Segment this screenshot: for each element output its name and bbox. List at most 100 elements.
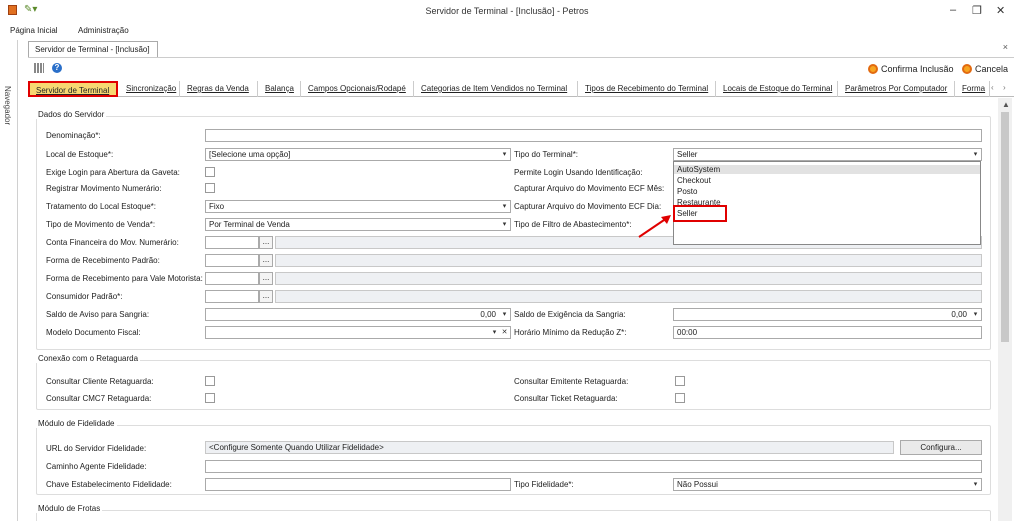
registrar-mov-checkbox[interactable] [205,183,215,193]
tab-servidor-terminal[interactable]: Servidor de Terminal [28,81,118,97]
chevron-down-icon: ▾ [973,151,978,158]
forma-receb-desc [275,254,982,267]
consultar-cmc7-checkbox[interactable] [205,393,215,403]
consumidor-lookup-button[interactable]: ... [259,290,273,303]
forma-receb-input[interactable] [205,254,259,267]
document-tab[interactable]: Servidor de Terminal - [Inclusão] [28,41,158,57]
tratamento-select[interactable]: Fixo ▾ [205,200,511,213]
cancel-button[interactable]: Cancela [962,64,1008,74]
option-checkout[interactable]: Checkout [677,176,711,185]
option-autosystem[interactable]: AutoSystem [674,165,980,174]
horario-input[interactable]: 00:00 [673,326,982,339]
saldo-exig-input[interactable]: 0,00 ▾ [673,308,982,321]
saldo-aviso-input[interactable]: 0,00 ▾ [205,308,511,321]
tab-sincronizacao[interactable]: Sincronização [120,81,180,97]
tab-balanca[interactable]: Balança [259,81,301,97]
tab-categorias-item[interactable]: Categorias de Item Vendidos no Terminal [415,81,578,97]
divider [28,57,1014,58]
tipo-terminal-dropdown-list: AutoSystem Checkout Posto Restaurante Se… [673,161,981,245]
tipo-fidelidade-select[interactable]: Não Possui ▾ [673,478,982,491]
chevron-down-icon: ▾ [502,311,507,318]
scroll-thumb[interactable] [1001,112,1009,342]
chevron-down-icon: ▾ [973,311,978,318]
consultar-ticket-checkbox[interactable] [675,393,685,403]
consultar-cliente-checkbox[interactable] [205,376,215,386]
confirm-button[interactable]: Confirma Inclusão [868,64,954,74]
minimize-icon[interactable]: – [950,4,956,16]
document-close-icon[interactable]: × [1003,42,1008,52]
restore-icon[interactable]: ❐ [972,4,982,17]
forma-receb-lookup-button[interactable]: ... [259,254,273,267]
clear-icon[interactable]: ✕ [500,328,509,337]
configura-button[interactable]: Configura... [900,440,982,455]
label-consumidor: Consumidor Padrão*: [46,292,123,301]
group-title-dados: Dados do Servidor [36,110,107,119]
confirm-icon [868,64,878,74]
url-fidelidade-input[interactable]: <Configure Somente Quando Utilizar Fidel… [205,441,894,454]
label-tipo-filtro: Tipo de Filtro de Abastecimento*: [514,220,632,229]
label-tipo-mov: Tipo de Movimento de Venda*: [46,220,156,229]
forma-vale-input[interactable] [205,272,259,285]
label-consultar-cmc7: Consultar CMC7 Retaguarda: [46,394,152,403]
label-denominacao: Denominação*: [46,131,101,140]
label-forma-vale: Forma de Recebimento para Vale Motorista… [46,274,203,283]
tipo-terminal-value: Seller [677,150,698,159]
grid-icon[interactable] [34,63,44,73]
tab-tipos-recebimento[interactable]: Tipos de Recebimento do Terminal [579,81,716,97]
cancel-icon [962,64,972,74]
conta-fin-lookup-button[interactable]: ... [259,236,273,249]
tab-campos-opcionais[interactable]: Campos Opcionais/Rodapé [302,81,414,97]
group-title-fidelidade: Módulo de Fidelidade [36,419,117,428]
tab-next-icon[interactable]: › [1003,83,1006,92]
label-modelo-doc: Modelo Documento Fiscal: [46,328,141,337]
option-posto[interactable]: Posto [677,187,697,196]
consumidor-input[interactable] [205,290,259,303]
caminho-agente-input[interactable] [205,460,982,473]
label-caminho-agente: Caminho Agente Fidelidade: [46,462,147,471]
menu-pagina-inicial[interactable]: Página Inicial [10,26,58,35]
title-bar: ✎▾ Servidor de Terminal - [Inclusão] - P… [0,0,1014,24]
chevron-down-icon: ▾ [973,481,978,488]
tratamento-value: Fixo [209,202,225,211]
label-local-estoque: Local de Estoque*: [46,150,114,159]
cancel-label: Cancela [975,64,1009,74]
label-permite-login: Permite Login Usando Identificação: [514,168,643,177]
exige-login-checkbox[interactable] [205,167,215,177]
chevron-down-icon: ▾ [492,329,497,336]
conta-fin-input[interactable] [205,236,259,249]
label-chave-estab: Chave Estabelecimento Fidelidade: [46,480,172,489]
local-estoque-value: [Selecione uma opção] [209,150,291,159]
saldo-exig-value: 0,00 [951,310,967,319]
forma-vale-lookup-button[interactable]: ... [259,272,273,285]
consultar-emitente-checkbox[interactable] [675,376,685,386]
modelo-doc-select[interactable]: ▾ ✕ [205,326,511,339]
help-icon[interactable]: ? [52,63,62,73]
denominacao-input[interactable] [205,129,982,142]
tipo-terminal-select[interactable]: Seller ▾ [673,148,982,161]
label-consultar-cliente: Consultar Cliente Retaguarda: [46,377,154,386]
navigator-label: Navegador [3,86,12,126]
tab-parametros-computador[interactable]: Parâmetros Por Computador [839,81,955,97]
label-tipo-fidelidade: Tipo Fidelidade*: [514,480,574,489]
forma-vale-desc [275,272,982,285]
tab-regras-venda[interactable]: Regras da Venda [181,81,258,97]
chave-estab-input[interactable] [205,478,511,491]
annotation-arrow-icon [638,215,671,238]
tab-locais-estoque[interactable]: Locais de Estoque do Terminal [717,81,838,97]
toolbar: ? Confirma Inclusão Cancela [28,60,1014,78]
tipo-mov-select[interactable]: Por Terminal de Venda ▾ [205,218,511,231]
local-estoque-select[interactable]: [Selecione uma opção] ▾ [205,148,511,161]
menu-administracao[interactable]: Administração [78,26,129,35]
label-saldo-exig: Saldo de Exigência da Sangria: [514,310,626,319]
close-icon[interactable]: ✕ [996,4,1005,17]
group-title-conexao: Conexão com o Retaguarda [36,354,141,363]
label-tipo-terminal: Tipo do Terminal*: [514,150,579,159]
tab-prev-icon[interactable]: ‹ [991,83,994,92]
vertical-scrollbar[interactable]: ▲ [998,98,1012,521]
tab-forma[interactable]: Forma [956,81,990,97]
label-capt-mes: Capturar Arquivo do Movimento ECF Mês: [514,184,665,193]
navigator-panel[interactable]: Navegador [0,40,18,521]
menu-bar: Página Inicial Administração [0,24,1014,38]
scroll-up-icon[interactable]: ▲ [1002,100,1010,109]
group-title-frotas: Módulo de Frotas [36,504,103,513]
